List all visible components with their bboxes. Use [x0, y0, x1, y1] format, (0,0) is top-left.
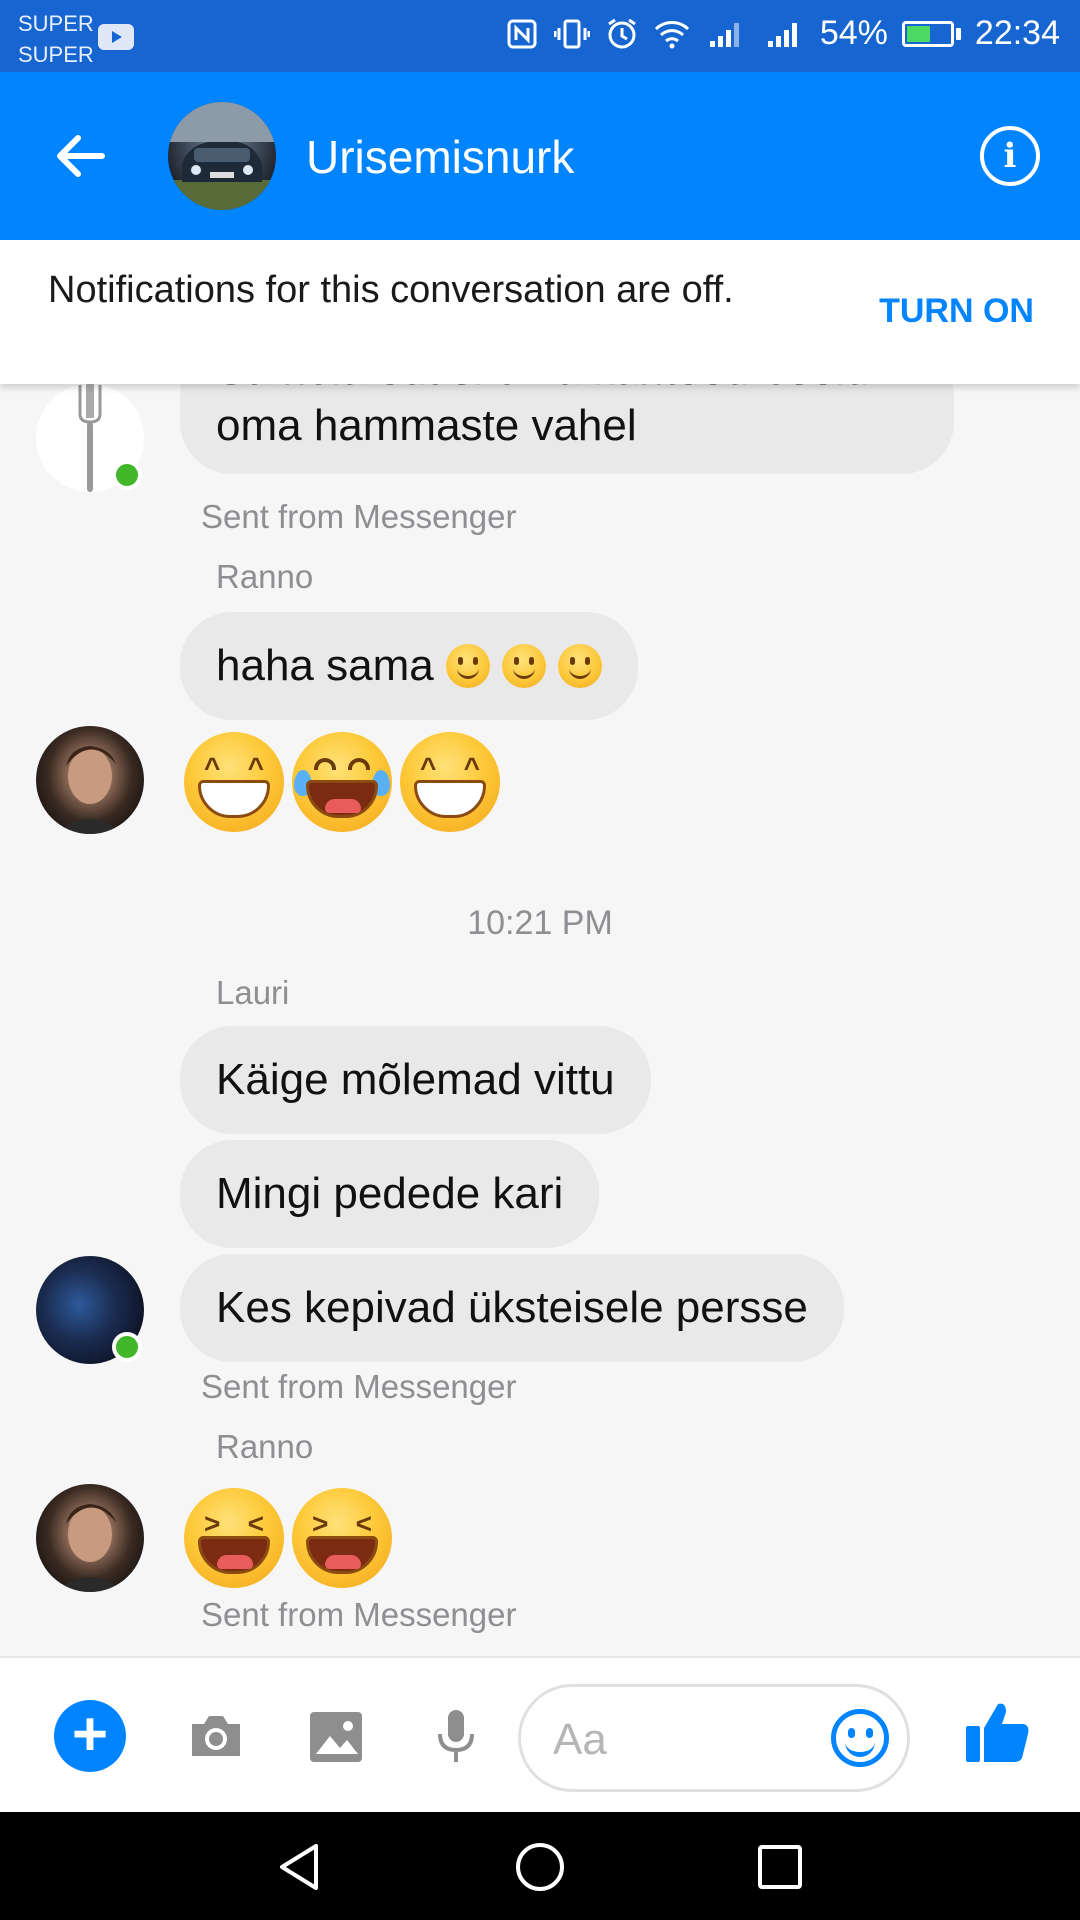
battery-percent: 54% — [819, 14, 888, 52]
person-photo-icon — [56, 746, 124, 834]
laughing-emoji-icon[interactable]: > < — [184, 1488, 284, 1588]
tears-of-joy-emoji-icon[interactable] — [292, 732, 392, 832]
wifi-icon — [654, 16, 690, 52]
battery-icon — [901, 20, 961, 47]
message-input-field[interactable] — [518, 1684, 910, 1792]
sent-from-label: Sent from Messenger — [201, 498, 517, 535]
grinning-emoji-icon[interactable]: ^ ^ — [400, 732, 500, 832]
group-avatar[interactable] — [168, 102, 276, 210]
microphone-icon[interactable] — [426, 1706, 486, 1766]
message-bubble[interactable]: Sa hoia edasi oma kahteeuroseid oma hamm… — [180, 384, 954, 474]
time-divider: 10:21 PM — [467, 904, 613, 942]
signal-icon-2 — [762, 16, 806, 52]
notification-message: Notifications for this conversation are … — [48, 269, 734, 311]
message-bubble[interactable]: Kes kepivad üksteisele persse — [180, 1254, 844, 1362]
nav-home-icon[interactable] — [513, 1840, 567, 1894]
sender-avatar-ranno[interactable] — [36, 1484, 144, 1592]
conversation-header: Urisemisnurk i — [0, 72, 1080, 240]
message-bubble[interactable]: haha sama — [180, 612, 638, 720]
message-composer: + — [0, 1656, 1080, 1812]
message-bubble[interactable]: Mingi pedede kari — [180, 1140, 600, 1248]
sent-from-label: Sent from Messenger — [201, 1368, 517, 1405]
sender-name: Ranno — [216, 1428, 314, 1465]
notifications-off-banner: Notifications for this conversation are … — [0, 240, 1080, 384]
info-icon[interactable]: i — [980, 126, 1040, 186]
signal-icon-1 — [704, 16, 748, 52]
car-photo-icon — [168, 102, 276, 210]
sent-from-label: Sent from Messenger — [201, 1596, 517, 1633]
youtube-notification-icon — [98, 24, 134, 50]
nfc-icon — [504, 16, 540, 52]
message-input[interactable] — [553, 1715, 773, 1765]
online-indicator — [112, 1332, 142, 1362]
status-bar: SUPER SUPER 54% 22:34 — [0, 0, 1080, 72]
sender-name: Ranno — [216, 558, 314, 595]
plus-icon[interactable]: + — [54, 1700, 126, 1772]
sender-name: Lauri — [216, 974, 290, 1011]
carrier-label: SUPER SUPER — [18, 11, 94, 67]
camera-icon[interactable] — [186, 1706, 246, 1766]
nav-recents-icon[interactable] — [753, 1840, 807, 1894]
vibrate-icon — [553, 16, 590, 52]
system-navigation-bar — [0, 1812, 1080, 1920]
online-indicator — [112, 460, 142, 490]
message-list[interactable]: Sa hoia edasi oma kahteeuroseid oma hamm… — [0, 384, 1080, 1656]
turn-on-button[interactable]: TURN ON — [879, 292, 1034, 331]
back-arrow-icon[interactable] — [50, 126, 110, 186]
clock: 22:34 — [974, 14, 1060, 52]
slightly-smiling-emoji-icon — [445, 644, 490, 688]
message-bubble[interactable]: Käige mõlemad vittu — [180, 1026, 651, 1134]
laughing-emoji-icon[interactable]: > < — [292, 1488, 392, 1588]
image-icon[interactable] — [306, 1706, 366, 1766]
slightly-smiling-emoji-icon — [557, 644, 602, 688]
smiley-icon[interactable] — [831, 1709, 889, 1767]
alarm-icon — [604, 16, 640, 52]
grinning-emoji-icon[interactable]: ^ ^ — [184, 732, 284, 832]
status-icons: 54% 22:34 — [504, 14, 1060, 53]
thumbs-up-icon[interactable] — [964, 1698, 1032, 1766]
conversation-title[interactable]: Urisemisnurk — [306, 130, 574, 184]
slightly-smiling-emoji-icon — [501, 644, 546, 688]
nav-back-icon[interactable] — [274, 1840, 328, 1894]
person-photo-icon — [56, 1504, 124, 1592]
sender-avatar-ranno[interactable] — [36, 726, 144, 834]
